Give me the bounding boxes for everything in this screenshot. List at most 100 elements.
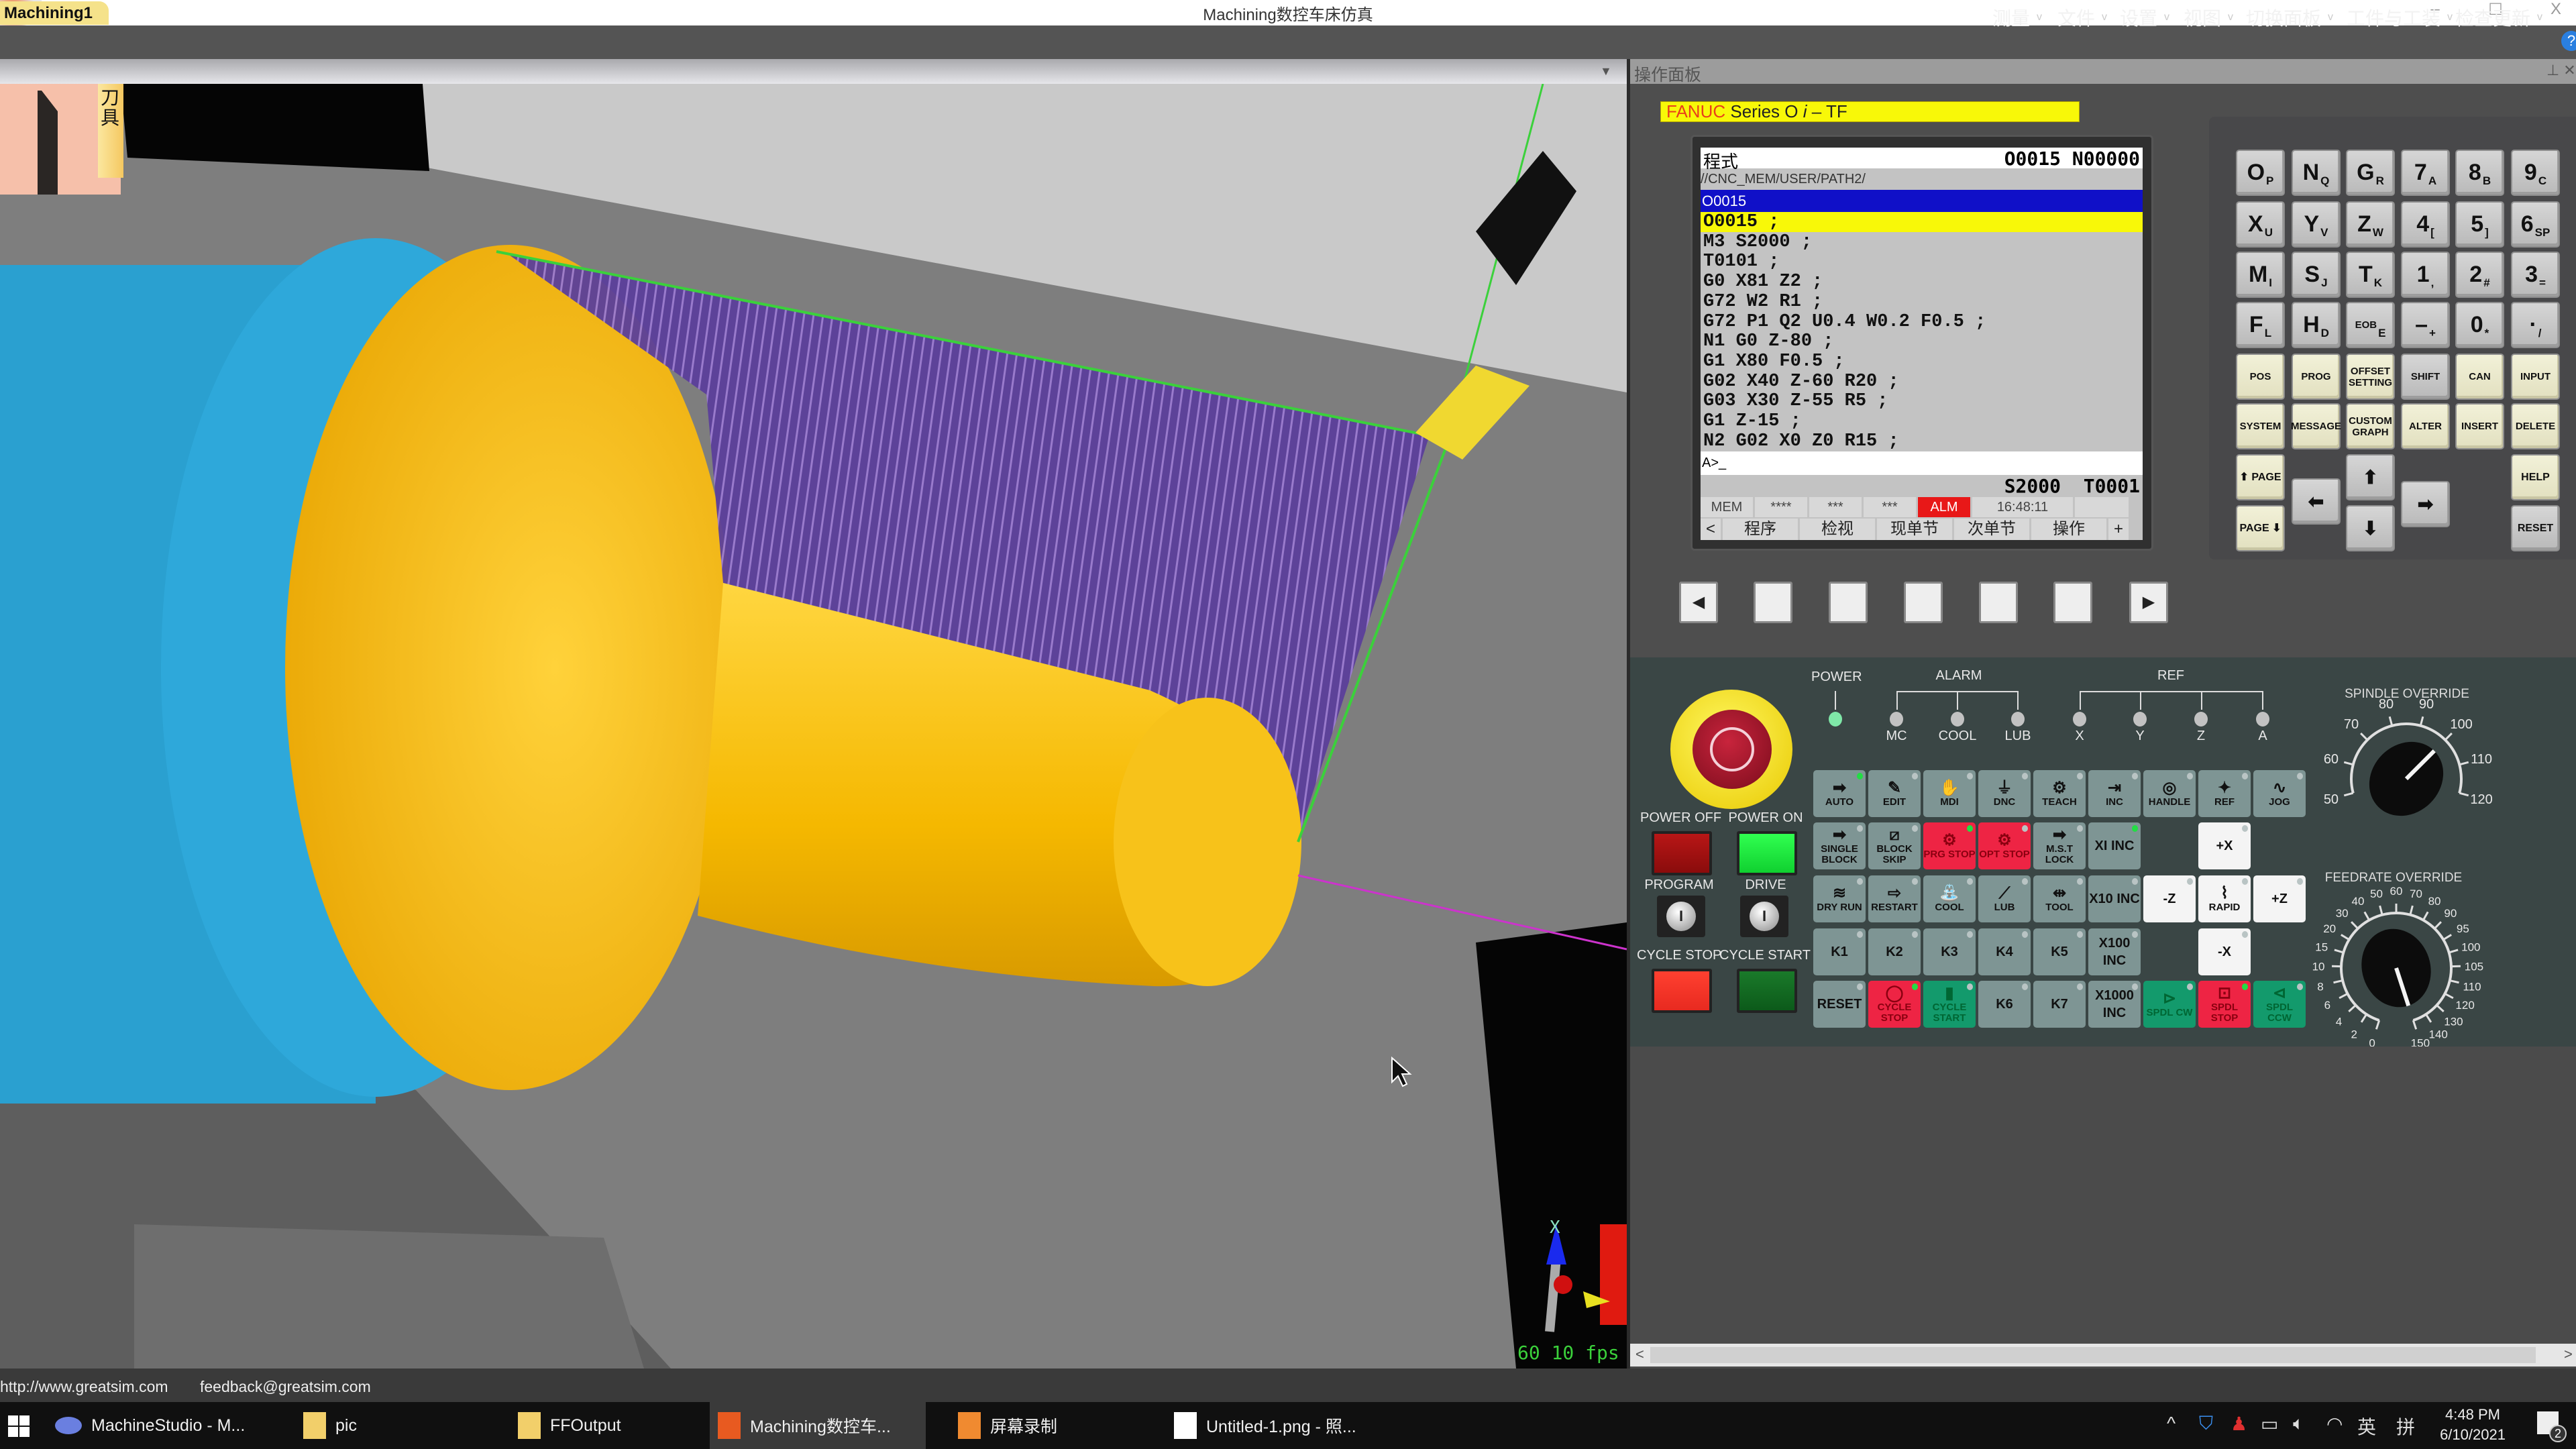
mode-button-spdl-cw[interactable]: ⊳ SPDL CW — [2143, 981, 2196, 1028]
mode-button-k1[interactable]: K1 — [1813, 928, 1866, 975]
key-help[interactable]: HELP — [2511, 454, 2560, 500]
key-8[interactable]: 8B — [2455, 150, 2504, 196]
mode-button-k4[interactable]: K4 — [1978, 928, 2031, 975]
mode-button-rapid[interactable]: ⌇ RAPID — [2198, 875, 2251, 922]
code-line[interactable]: G72 W2 R1 ; — [1701, 292, 2143, 312]
key-9[interactable]: 9C — [2511, 150, 2560, 196]
softkey-label[interactable]: 现单节 — [1877, 519, 1952, 540]
mode-button-handle[interactable]: ◎ HANDLE — [2143, 770, 2196, 817]
key-o[interactable]: OP — [2236, 150, 2285, 196]
key-alter[interactable]: ALTER — [2401, 403, 2450, 449]
key-offset-setting[interactable]: OFFSET SETTING — [2346, 354, 2395, 400]
key-2[interactable]: 2 # — [2455, 252, 2504, 298]
menu-item[interactable]: 测量 v — [1992, 4, 2042, 31]
mode-button-cool[interactable]: ⛲ COOL — [1923, 875, 1976, 922]
menu-item[interactable]: 视图 v — [2184, 4, 2233, 31]
key-h[interactable]: HD — [2292, 302, 2341, 348]
code-line[interactable]: G02 X40 Z-60 R20 ; — [1701, 372, 2143, 392]
tab-machining1[interactable]: Machining1 — [0, 1, 109, 25]
program-key-switch[interactable]: I — [1657, 896, 1705, 937]
wifi-icon[interactable]: ◠ — [2326, 1413, 2343, 1435]
key-7[interactable]: 7A — [2401, 150, 2450, 196]
menu-item[interactable]: 设置 v — [2120, 4, 2169, 31]
softkey-label[interactable]: + — [2108, 519, 2129, 540]
key-right[interactable]: ➡ — [2401, 481, 2450, 527]
taskbar-item[interactable]: 屏幕录制 — [950, 1402, 1065, 1449]
volume-icon[interactable]: 🔈︎ — [2293, 1413, 2304, 1435]
mode-button-dry-run[interactable]: ≋ DRY RUN — [1813, 875, 1866, 922]
scrollbar-thumb[interactable] — [1650, 1347, 2536, 1363]
mode-button-k6[interactable]: K6 — [1978, 981, 2031, 1028]
menu-item[interactable]: 检查更新 v — [2455, 4, 2542, 31]
key-can[interactable]: CAN — [2455, 354, 2504, 400]
mode-button-edit[interactable]: ✎ EDIT — [1868, 770, 1921, 817]
taskbar-item[interactable]: FFOutput — [510, 1402, 629, 1449]
drive-key-switch[interactable]: I — [1740, 896, 1788, 937]
key-m[interactable]: MI — [2236, 252, 2285, 298]
key-5[interactable]: 5] — [2455, 201, 2504, 248]
power-on-button[interactable] — [1737, 831, 1797, 875]
key-6[interactable]: 6 SP — [2511, 201, 2560, 248]
mode-button-tool[interactable]: ⇹ TOOL — [2033, 875, 2086, 922]
key-page-up[interactable]: ⬆ PAGE — [2236, 454, 2285, 500]
mode-button-spdl-stop[interactable]: ⊡ SPDL STOP — [2198, 981, 2251, 1028]
code-line[interactable]: G72 P1 Q2 U0.4 W0.2 F0.5 ; — [1701, 312, 2143, 332]
key-reset[interactable]: RESET — [2511, 505, 2560, 551]
code-line[interactable]: N2 G02 X0 Z0 R15 ; — [1701, 431, 2143, 451]
key-page-down[interactable]: PAGE ⬇ — [2236, 505, 2285, 551]
code-line[interactable]: O0015 ; — [1701, 212, 2143, 232]
key-0[interactable]: 0 * — [2455, 302, 2504, 348]
help-icon[interactable]: ? — [2561, 31, 2576, 51]
softkey-next-button[interactable]: ▶ — [2129, 582, 2168, 623]
mode-button-k7[interactable]: K7 — [2033, 981, 2086, 1028]
mode-button--z[interactable]: -Z — [2143, 875, 2196, 922]
mode-button-reset[interactable]: RESET — [1813, 981, 1866, 1028]
security-shield-icon[interactable]: ⛉ — [2199, 1413, 2213, 1435]
key-t[interactable]: TK — [2346, 252, 2395, 298]
key-s[interactable]: SJ — [2292, 252, 2341, 298]
key--[interactable]: · / — [2511, 302, 2560, 348]
mode-button-k5[interactable]: K5 — [2033, 928, 2086, 975]
softkey-button[interactable] — [1754, 582, 1792, 623]
tab-dropdown-icon[interactable]: ▼ — [1600, 64, 1612, 78]
tool-side-tab[interactable]: 刀具 — [98, 84, 123, 178]
cycle-stop-button[interactable] — [1652, 969, 1712, 1013]
key-shift[interactable]: SHIFT — [2401, 354, 2450, 400]
softkey-label[interactable]: 操作 — [2031, 519, 2106, 540]
softkey-button[interactable] — [1979, 582, 2018, 623]
mode-button-m-s-t-lock[interactable]: ➡ M.S.T LOCK — [2033, 822, 2086, 869]
code-line[interactable]: N1 G0 Z-80 ; — [1701, 331, 2143, 352]
mode-button-teach[interactable]: ⚙ TEACH — [2033, 770, 2086, 817]
battery-icon[interactable]: ▭ — [2261, 1413, 2278, 1435]
mode-button-cycle-start[interactable]: ▮ CYCLE START — [1923, 981, 1976, 1028]
softkey-label[interactable]: 次单节 — [1954, 519, 2029, 540]
mode-button-dnc[interactable]: ⏚ DNC — [1978, 770, 2031, 817]
taskbar-item[interactable]: Untitled-1.png - 照... — [1166, 1402, 1364, 1449]
mode-button-lub[interactable]: ⟋ LUB — [1978, 875, 2031, 922]
softkey-button[interactable] — [1829, 582, 1868, 623]
clock-time[interactable]: 4:48 PM — [2435, 1406, 2510, 1424]
code-line[interactable]: G0 X81 Z2 ; — [1701, 272, 2143, 292]
mode-button--x[interactable]: +X — [2198, 822, 2251, 869]
key-eob[interactable]: EOB E — [2346, 302, 2395, 348]
key-down[interactable]: ⬇ — [2346, 505, 2395, 551]
menu-item[interactable]: 切换面板 v — [2246, 4, 2333, 31]
code-line[interactable]: G03 X30 Z-55 R5 ; — [1701, 391, 2143, 411]
key-3[interactable]: 3 = — [2511, 252, 2560, 298]
emergency-stop-button[interactable] — [1670, 690, 1792, 809]
mode-button-auto[interactable]: ➡ AUTO — [1813, 770, 1866, 817]
tray-overflow-icon[interactable]: ^ — [2167, 1413, 2176, 1434]
mode-button-block-skip[interactable]: ⧄ BLOCK SKIP — [1868, 822, 1921, 869]
mode-button--x[interactable]: -X — [2198, 928, 2251, 975]
softkey-label[interactable]: 程序 — [1723, 519, 1798, 540]
menu-item[interactable]: 工件与工装 v — [2347, 4, 2453, 31]
website-link[interactable]: http://www.greatsim.com — [0, 1378, 168, 1396]
scroll-right-icon[interactable]: > — [2564, 1346, 2573, 1363]
feedback-link[interactable]: feedback@greatsim.com — [200, 1378, 371, 1396]
softkey-label[interactable]: < — [1701, 519, 1721, 540]
mode-button-k2[interactable]: K2 — [1868, 928, 1921, 975]
3d-viewport[interactable] — [0, 84, 1627, 1368]
mode-button-x10-inc[interactable]: X10 INC — [2088, 875, 2141, 922]
mode-button-x100-inc[interactable]: X100 INC — [2088, 928, 2141, 975]
key-y[interactable]: YV — [2292, 201, 2341, 248]
